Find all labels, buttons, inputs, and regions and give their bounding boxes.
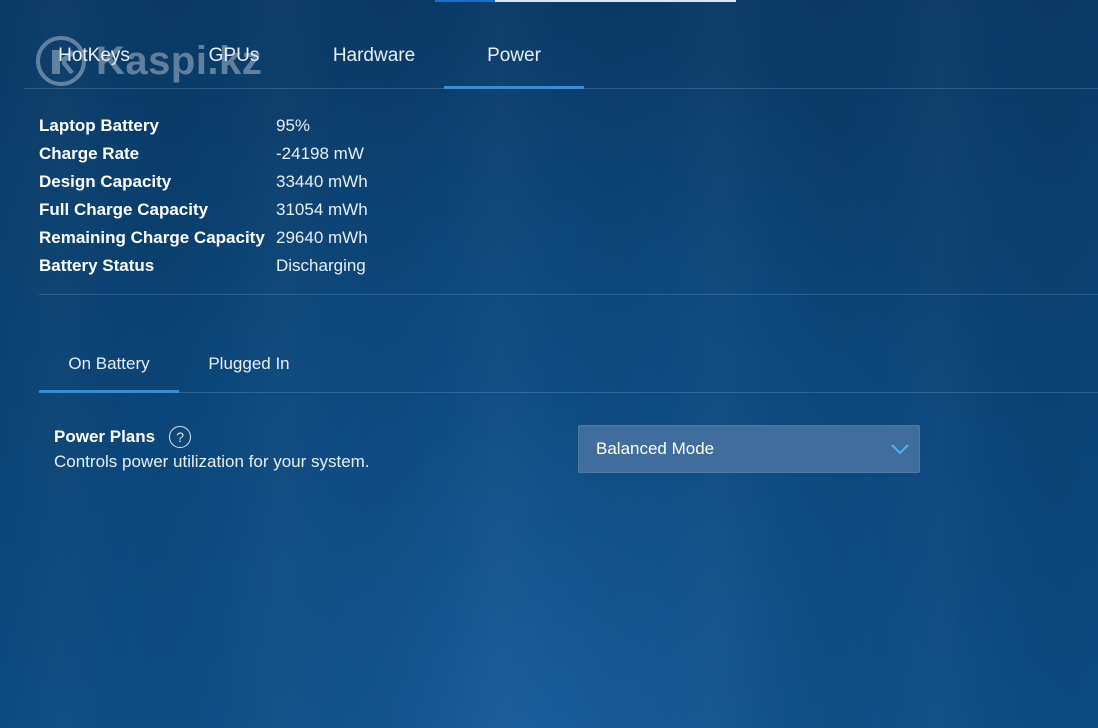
tab-power[interactable]: Power xyxy=(444,30,584,89)
section-divider xyxy=(39,294,1098,295)
tab-on-battery[interactable]: On Battery xyxy=(39,340,179,393)
info-value: 95% xyxy=(276,116,311,135)
battery-info-table: Laptop Battery 95% Charge Rate -24198 mW… xyxy=(39,112,368,280)
info-value: -24198 mW xyxy=(276,144,364,163)
tab-gpus[interactable]: GPUs xyxy=(164,30,304,88)
info-row: Full Charge Capacity 31054 mWh xyxy=(39,196,368,224)
info-value: 31054 mWh xyxy=(276,200,368,219)
top-tab-bar: HotKeys GPUs Hardware Power xyxy=(24,30,1098,89)
chevron-down-icon xyxy=(891,444,909,455)
info-row: Charge Rate -24198 mW xyxy=(39,140,368,168)
power-plan-selected: Balanced Mode xyxy=(596,439,715,458)
info-label: Laptop Battery xyxy=(39,116,159,135)
power-plans-description: Controls power utilization for your syst… xyxy=(54,452,370,471)
power-plans-title: Power Plans xyxy=(54,427,156,446)
tab-plugged-in[interactable]: Plugged In xyxy=(179,340,319,392)
info-value: Discharging xyxy=(276,256,366,275)
info-label: Full Charge Capacity xyxy=(39,200,209,219)
info-value: 33440 mWh xyxy=(276,172,368,191)
info-row: Laptop Battery 95% xyxy=(39,112,368,140)
tab-hotkeys[interactable]: HotKeys xyxy=(24,30,164,88)
info-row: Battery Status Discharging xyxy=(39,252,368,280)
help-icon[interactable]: ? xyxy=(169,426,192,448)
info-label: Remaining Charge Capacity xyxy=(39,228,265,247)
info-value: 29640 mWh xyxy=(276,228,368,247)
tab-hardware[interactable]: Hardware xyxy=(304,30,444,88)
info-label: Charge Rate xyxy=(39,144,140,163)
power-plans-heading: Power Plans ? xyxy=(54,426,192,448)
info-label: Battery Status xyxy=(39,256,155,275)
top-strip-segment xyxy=(435,0,495,2)
info-label: Design Capacity xyxy=(39,172,172,191)
info-row: Design Capacity 33440 mWh xyxy=(39,168,368,196)
top-strip-bar xyxy=(495,0,736,2)
power-plan-dropdown[interactable]: Balanced Mode xyxy=(578,425,920,473)
power-source-tab-bar: On Battery Plugged In xyxy=(39,340,1098,393)
info-row: Remaining Charge Capacity 29640 mWh xyxy=(39,224,368,252)
